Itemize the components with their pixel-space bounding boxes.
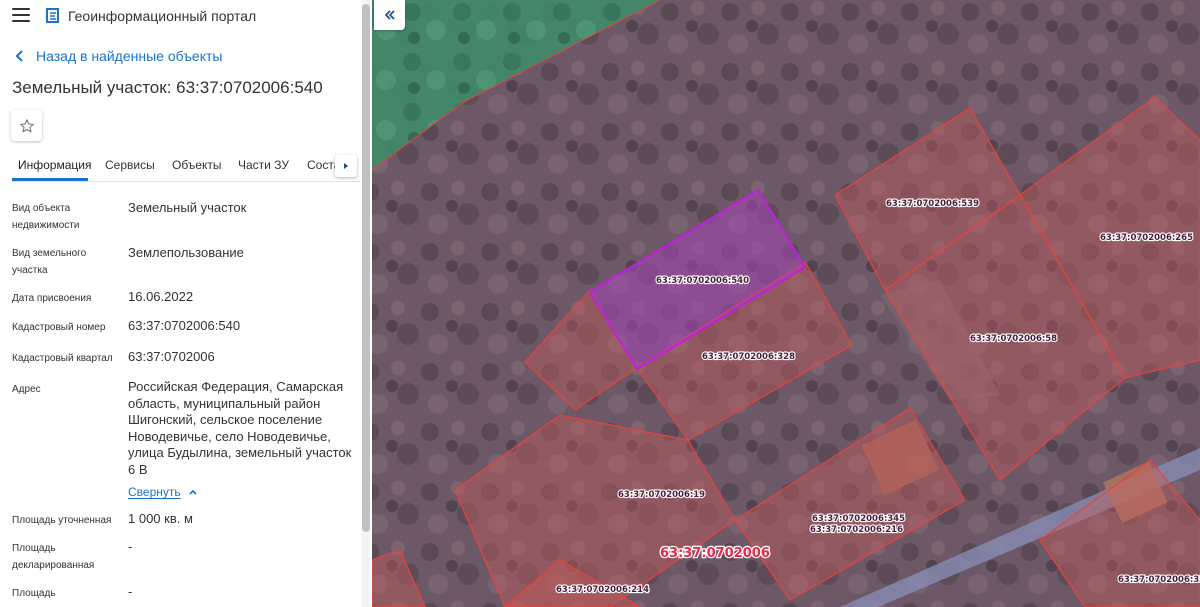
parcel-label: 63:37:0702006:540 bbox=[656, 276, 749, 286]
chevron-up-icon bbox=[189, 489, 197, 495]
parcel-label: 63:37:0702006:19 bbox=[618, 490, 705, 500]
portal-logo-icon bbox=[46, 8, 59, 23]
quarter-label: 63:37:0702006 bbox=[660, 546, 770, 561]
chevron-left-icon bbox=[15, 50, 23, 62]
property-label: Кадастровый номер bbox=[12, 322, 106, 333]
map-view[interactable]: 63:37:0702006:540 63:37:0702006:328 63:3… bbox=[372, 0, 1200, 607]
property-value: 1 000 кв. м bbox=[128, 511, 193, 526]
property-label: Дата присвоения bbox=[12, 293, 92, 304]
property-value: 63:37:0702006:540 bbox=[128, 318, 241, 333]
parcel-label: 63:37:0702006:33 bbox=[1118, 575, 1200, 585]
property-value: Земельный участок bbox=[128, 200, 247, 215]
collapse-panel-button[interactable] bbox=[374, 0, 405, 30]
property-label: Вид объекта недвижимости bbox=[12, 203, 80, 231]
parcel-label: 63:37:0702006:216 bbox=[810, 525, 903, 535]
favorite-button[interactable] bbox=[11, 110, 42, 141]
caret-right-icon bbox=[344, 163, 348, 169]
tab-info[interactable]: Информация bbox=[18, 158, 91, 172]
property-value: - bbox=[128, 584, 133, 599]
parcel-label: 63:37:0702006:265 bbox=[1100, 233, 1193, 243]
property-label: Площадь уточненная bbox=[12, 515, 112, 526]
property-label: Кадастровый квартал bbox=[12, 353, 113, 364]
property-label: Площадь bbox=[12, 588, 56, 599]
panel-scrollbar[interactable] bbox=[362, 4, 370, 532]
top-bar: Геоинформационный портал bbox=[0, 0, 372, 32]
double-chevron-left-icon bbox=[384, 10, 395, 20]
tabs-scroll-right-button[interactable] bbox=[335, 155, 357, 177]
address-value: Российская Федерация, Самарская область,… bbox=[128, 379, 352, 477]
property-label: Вид земельного участка bbox=[12, 248, 87, 276]
star-outline-icon bbox=[19, 118, 34, 132]
parcel-label: 63:37:0702006:58 bbox=[970, 334, 1057, 344]
tab-bar: Информация Сервисы Объекты Части ЗУ Сост… bbox=[12, 150, 360, 182]
back-to-results-link[interactable]: Назад в найденные объекты bbox=[12, 48, 222, 64]
back-link-label: Назад в найденные объекты bbox=[36, 48, 223, 64]
property-label: Адрес bbox=[12, 384, 41, 395]
parcel-label: 63:37:0702006:539 bbox=[886, 199, 979, 209]
property-value: 63:37:0702006 bbox=[128, 349, 215, 364]
info-panel: Геоинформационный портал Назад в найденн… bbox=[0, 0, 372, 607]
tab-services[interactable]: Сервисы bbox=[105, 158, 155, 172]
collapse-address-link[interactable]: Свернуть bbox=[128, 485, 199, 499]
property-value: Землепользование bbox=[128, 245, 244, 260]
tab-objects[interactable]: Объекты bbox=[172, 158, 222, 172]
app-title: Геоинформационный портал bbox=[68, 8, 257, 24]
parcel-label: 63:37:0702006:328 bbox=[702, 352, 795, 362]
parcel-label: 63:37:0702006:345 bbox=[812, 514, 905, 524]
collapse-label: Свернуть bbox=[128, 485, 181, 499]
cadastral-map[interactable]: 63:37:0702006:540 63:37:0702006:328 63:3… bbox=[372, 0, 1200, 607]
hamburger-menu-icon[interactable] bbox=[12, 8, 30, 22]
property-value: - bbox=[128, 539, 133, 554]
property-value: 16.06.2022 bbox=[128, 289, 194, 304]
property-label: Площадь декларированная bbox=[12, 543, 95, 571]
object-title: Земельный участок: 63:37:0702006:540 bbox=[12, 78, 323, 97]
active-tab-indicator bbox=[12, 178, 88, 181]
parcel-label: 63:37:0702006:214 bbox=[556, 585, 649, 595]
tab-parts[interactable]: Части ЗУ bbox=[238, 158, 289, 172]
